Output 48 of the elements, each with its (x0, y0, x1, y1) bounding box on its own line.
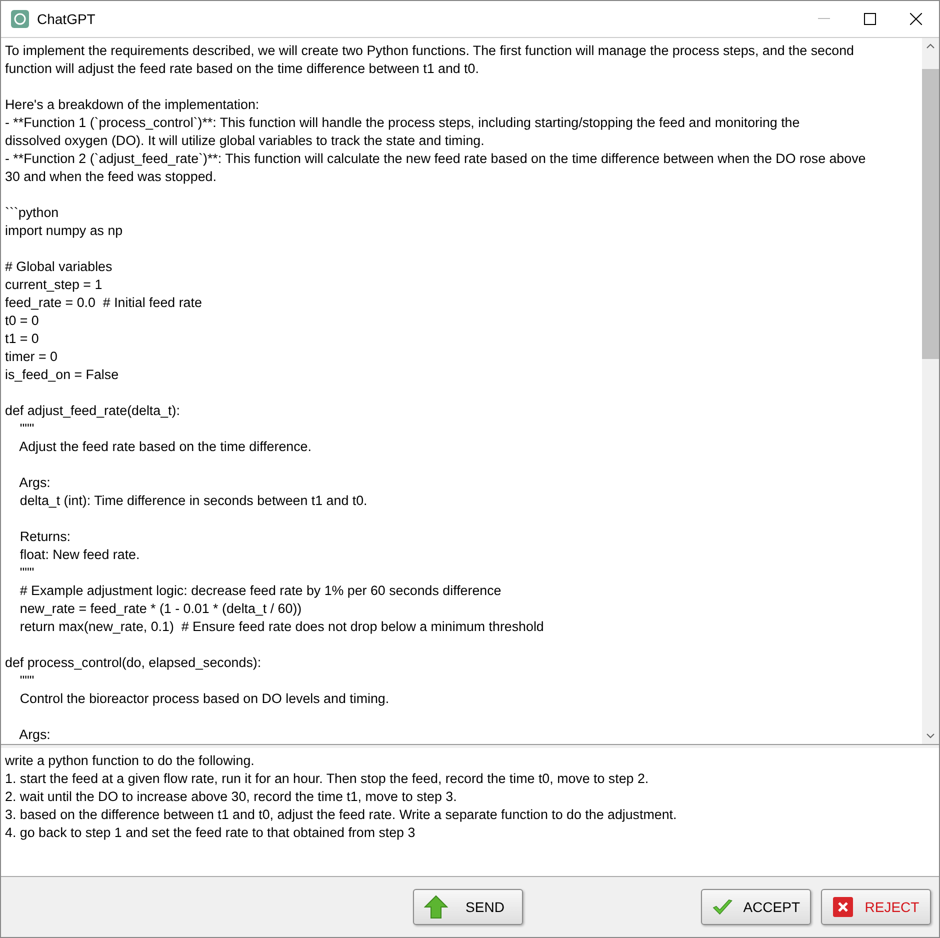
app-logo-icon (11, 10, 29, 28)
response-text-line: Here's a breakdown of the implementation: (5, 96, 260, 114)
response-text-line: float: New feed rate. (18, 546, 141, 564)
prompt-text-line: write a python function to do the following. (5, 752, 256, 770)
scrollbar-thumb[interactable] (922, 69, 939, 359)
prompt-text-line: 2. wait until the DO to increase above 30, record the time t1, move to step 3. (5, 788, 458, 806)
scrollbar[interactable] (922, 38, 939, 744)
response-text-line: """ (18, 564, 36, 582)
minimize-icon (818, 18, 830, 20)
response-text-line: Returns: (18, 528, 72, 546)
response-text-line: Args: (18, 474, 52, 492)
response-text-line: return max(new_rate, 0.1) # Ensure feed rate does not drop below a minimum threshold (18, 618, 545, 636)
close-icon (832, 896, 854, 918)
response-text-line: ```python (5, 204, 60, 222)
response-text-line: Adjust the feed rate based on the time difference. (18, 438, 312, 456)
response-text-line: # Example adjustment logic: decrease feed rate by 1% per 60 seconds difference (18, 582, 502, 600)
response-text-line: current_step = 1 (5, 276, 104, 294)
response-text-line: - **Function 2 (`adjust_feed_rate`)**: This function will calculate the new feed rate based on the time difference between when the DO rose above (5, 150, 867, 168)
response-text-line: def adjust_feed_rate(delta_t): (5, 402, 181, 420)
accept-button[interactable]: ACCEPT (701, 889, 811, 925)
window-title: ChatGPT (37, 11, 96, 27)
response-text-line: function will adjust the feed rate based on the time difference between t1 and t0. (5, 60, 480, 78)
prompt-text-line: 1. start the feed at a given flow rate, run it for an hour. Then stop the feed, record the time t0, move to step 2. (5, 770, 650, 788)
response-text-line: t0 = 0 (5, 312, 40, 330)
prompt-text-line: 4. go back to step 1 and set the feed rate to that obtained from step 3 (5, 824, 416, 842)
send-button[interactable]: SEND (413, 889, 523, 925)
response-text-line: # Global variables (5, 258, 114, 276)
response-text-line: Args: (18, 726, 52, 744)
response-text-line: timer = 0 (5, 348, 58, 366)
response-text-line: import numpy as np (5, 222, 124, 240)
response-text-line: Control the bioreactor process based on DO levels and timing. (18, 690, 390, 708)
response-text-line: """ (18, 420, 36, 438)
response-text-line: 30 and when the feed was stopped. (5, 168, 218, 186)
close-icon (910, 13, 922, 25)
response-text-line: new_rate = feed_rate * (1 - 0.01 * (delta_t / 60)) (18, 600, 303, 618)
reject-button[interactable]: REJECT (821, 889, 931, 925)
response-text-line: is_feed_on = False (5, 366, 120, 384)
response-text-line: dissolved oxygen (DO). It will utilize global variables to track the state and timing. (5, 132, 486, 150)
response-text-line: - **Function 1 (`process_control`)**: This function will handle the process steps, including starting/stopping the feed and monitoring the (5, 114, 801, 132)
response-text-line: To implement the requirements described, we will create two Python functions. The first function will manage the process steps, and the second (5, 42, 856, 60)
response-text-line: def process_control(do, elapsed_seconds): (5, 654, 262, 672)
up-arrow-icon (424, 895, 448, 919)
response-text-line: feed_rate = 0.0 # Initial feed rate (5, 294, 203, 312)
response-text-line: t1 = 0 (5, 330, 40, 348)
response-text-line: """ (18, 672, 36, 690)
response-text-line: delta_t (int): Time difference in seconds between t1 and t0. (18, 492, 368, 510)
maximize-icon (864, 13, 876, 25)
prompt-text-line: 3. based on the difference between t1 and t0, adjust the feed rate. Write a separate function to do the adjustment. (5, 806, 678, 824)
